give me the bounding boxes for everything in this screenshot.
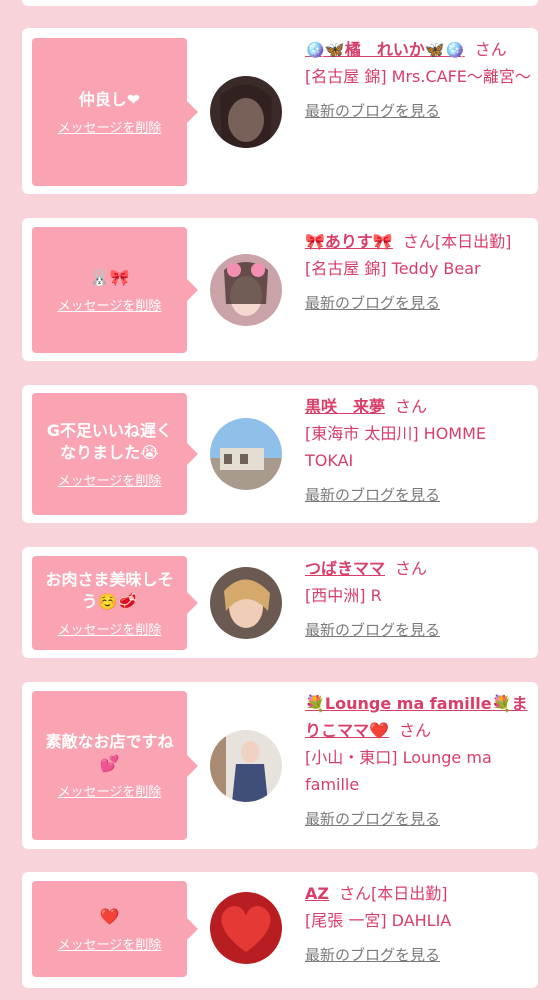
message-text: ❤️ <box>99 906 120 926</box>
name-suffix: さん <box>398 721 431 740</box>
sender-info: 黒咲 来夢 さん [東海市 太田川] HOMME TOKAI 最新のブログを見る <box>305 393 531 509</box>
delete-message-link[interactable]: メッセージを削除 <box>58 781 162 800</box>
latest-blog-link[interactable]: 最新のブログを見る <box>305 942 440 969</box>
shop-label: [尾張 一宮] DAHLIA <box>305 911 452 930</box>
sender-name-link[interactable]: 🎀ありす🎀 <box>305 232 393 251</box>
name-suffix: さん[本日出勤] <box>338 884 448 903</box>
message-card: お肉さま美味しそう☺️🥩 メッセージを削除 つばきママ さん [西中洲] R 最新… <box>22 547 538 658</box>
delete-message-link[interactable]: メッセージを削除 <box>58 619 162 638</box>
message-bubble: 素敵なお店ですね💕 メッセージを削除 <box>32 691 198 840</box>
avatar[interactable] <box>210 892 282 964</box>
latest-blog-link[interactable]: 最新のブログを見る <box>305 98 440 125</box>
shop-label: [小山・東口] Lounge ma famille <box>305 748 492 794</box>
message-text: 仲良し❤ <box>78 89 141 109</box>
name-suffix: さん <box>474 40 507 59</box>
sender-info: 🎀ありす🎀 さん[本日出勤] [名古屋 錦] Teddy Bear 最新のブログを… <box>305 228 531 317</box>
sender-name-link[interactable]: つばきママ <box>305 559 385 578</box>
avatar[interactable] <box>210 730 282 802</box>
avatar[interactable] <box>210 418 282 490</box>
avatar[interactable] <box>210 254 282 326</box>
message-text: G不足いいね遅くなりました😭 <box>46 420 173 462</box>
latest-blog-link[interactable]: 最新のブログを見る <box>305 617 440 644</box>
sender-info: AZ さん[本日出勤] [尾張 一宮] DAHLIA 最新のブログを見る <box>305 880 531 969</box>
sender-info: 🪩🦋橘 れいか🦋🪩 さん [名古屋 錦] Mrs.CAFE〜離宮〜 最新のブログを… <box>305 36 531 125</box>
shop-label: [東海市 太田川] HOMME TOKAI <box>305 424 487 470</box>
latest-blog-link[interactable]: 最新のブログを見る <box>305 806 440 833</box>
avatar[interactable] <box>210 567 282 639</box>
message-card: 🐰🎀 メッセージを削除 🎀ありす🎀 さん[本日出勤] [名古屋 錦] Teddy … <box>22 218 538 361</box>
delete-message-link[interactable]: メッセージを削除 <box>58 934 162 953</box>
shop-label: [名古屋 錦] Mrs.CAFE〜離宮〜 <box>305 67 531 86</box>
sender-info: 💐Lounge ma famille💐まりこママ❤️ さん [小山・東口] Lou… <box>305 690 531 833</box>
delete-message-link[interactable]: メッセージを削除 <box>58 470 162 489</box>
sender-name-link[interactable]: 🪩🦋橘 れいか🦋🪩 <box>305 40 465 59</box>
message-bubble: 仲良し❤ メッセージを削除 <box>32 38 198 186</box>
sender-name-link[interactable]: AZ <box>305 884 329 903</box>
message-text: 素敵なお店ですね💕 <box>45 732 174 773</box>
name-suffix: さん <box>395 559 428 578</box>
sender-info: つばきママ さん [西中洲] R 最新のブログを見る <box>305 555 531 644</box>
previous-card-edge <box>22 0 538 6</box>
message-bubble: 🐰🎀 メッセージを削除 <box>32 227 198 353</box>
avatar[interactable] <box>210 76 282 148</box>
delete-message-link[interactable]: メッセージを削除 <box>58 117 162 136</box>
message-bubble: お肉さま美味しそう☺️🥩 メッセージを削除 <box>32 556 198 650</box>
message-card: G不足いいね遅くなりました😭 メッセージを削除 黒咲 来夢 さん [東海市 太田川… <box>22 385 538 523</box>
delete-message-link[interactable]: メッセージを削除 <box>58 295 162 314</box>
name-suffix: さん[本日出勤] <box>402 232 512 251</box>
message-card: 仲良し❤ メッセージを削除 🪩🦋橘 れいか🦋🪩 さん [名古屋 錦] Mrs.CA… <box>22 28 538 194</box>
sender-name-link[interactable]: 黒咲 来夢 <box>305 397 385 416</box>
message-bubble: ❤️ メッセージを削除 <box>32 881 198 977</box>
latest-blog-link[interactable]: 最新のブログを見る <box>305 482 440 509</box>
message-text: 🐰🎀 <box>89 267 130 287</box>
shop-label: [名古屋 錦] Teddy Bear <box>305 259 481 278</box>
message-text: お肉さま美味しそう☺️🥩 <box>45 569 174 611</box>
message-bubble: G不足いいね遅くなりました😭 メッセージを削除 <box>32 393 198 515</box>
message-card: ❤️ メッセージを削除 AZ さん[本日出勤] [尾張 一宮] DAHLIA 最新… <box>22 872 538 988</box>
name-suffix: さん <box>395 397 428 416</box>
shop-label: [西中洲] R <box>305 586 382 605</box>
latest-blog-link[interactable]: 最新のブログを見る <box>305 290 440 317</box>
message-card: 素敵なお店ですね💕 メッセージを削除 💐Lounge ma famille💐まり… <box>22 682 538 849</box>
